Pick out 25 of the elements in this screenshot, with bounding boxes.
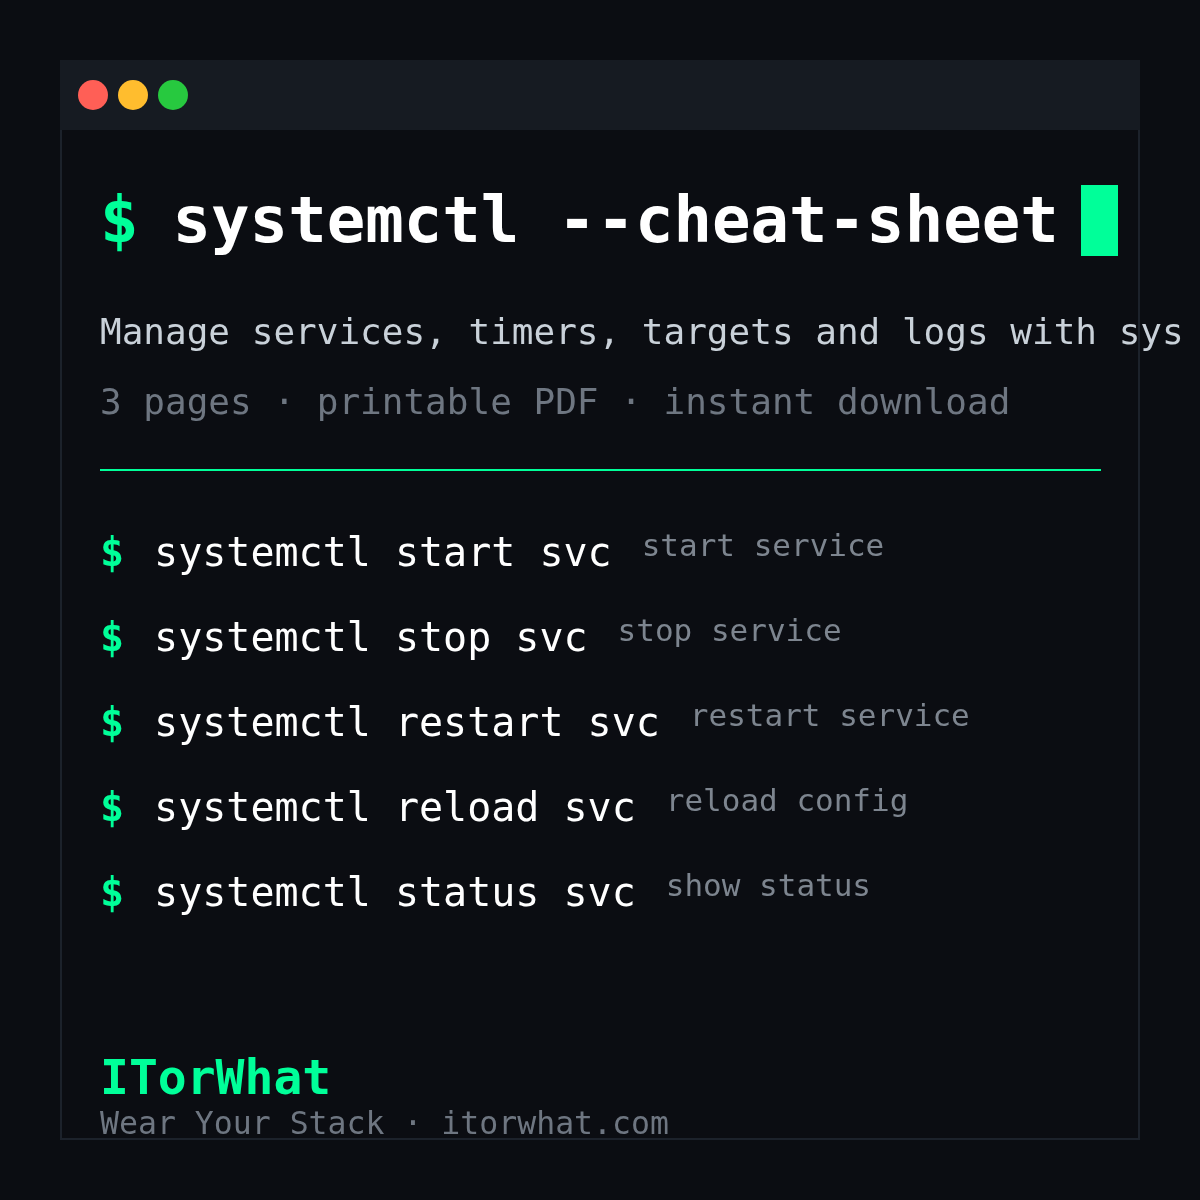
prompt-sign: $ xyxy=(100,183,139,257)
window-control-dot[interactable] xyxy=(118,80,148,110)
prompt-sign: $ xyxy=(100,868,125,915)
command-description: stop service xyxy=(617,611,842,648)
window-control-dot[interactable] xyxy=(158,80,188,110)
command-text: systemctl stop svc xyxy=(154,613,588,660)
command-text: systemctl restart svc xyxy=(154,698,660,745)
prompt-sign: $ xyxy=(100,698,125,745)
page-title: systemctl --cheat-sheet xyxy=(172,183,1059,257)
prompt-sign: $ xyxy=(100,783,125,830)
tagline: Wear Your Stack · itorwhat.com xyxy=(100,1105,670,1141)
meta-info: 3 pages · printable PDF · instant download xyxy=(100,380,1012,424)
command-description: restart service xyxy=(689,696,970,733)
command-description: reload config xyxy=(665,781,909,818)
brand-name: ITorWhat xyxy=(100,1049,333,1105)
command-text: systemctl status svc xyxy=(154,868,636,915)
prompt-sign: $ xyxy=(100,528,125,575)
subtitle: Manage services, timers, targets and logs with sys xyxy=(100,310,1184,354)
prompt-sign: $ xyxy=(100,613,125,660)
command-description: start service xyxy=(641,526,885,563)
command-text: systemctl reload svc xyxy=(154,783,636,830)
command-text: systemctl start svc xyxy=(154,528,612,575)
command-description: show status xyxy=(665,866,872,903)
window-control-dot[interactable] xyxy=(78,80,108,110)
cursor-block xyxy=(1080,184,1118,256)
